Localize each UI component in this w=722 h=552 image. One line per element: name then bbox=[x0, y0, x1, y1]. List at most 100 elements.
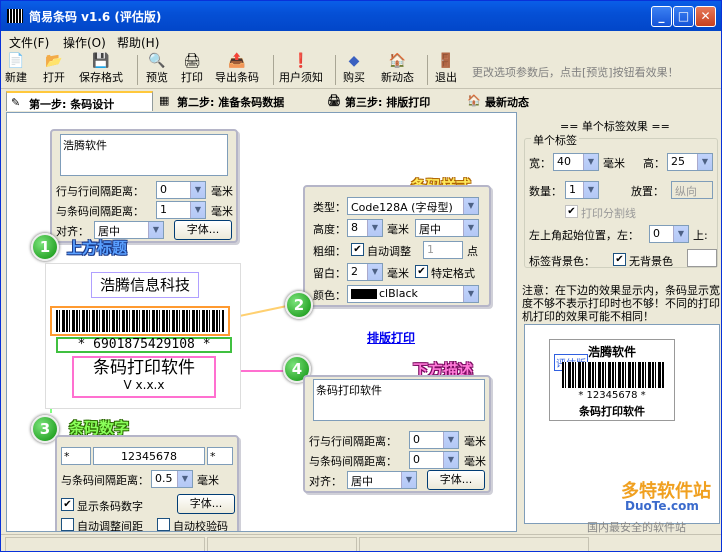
height-label: 高度： bbox=[313, 223, 346, 236]
bar-gap-select[interactable]: 1 ▼ bbox=[156, 201, 206, 219]
barcode-bars bbox=[56, 310, 224, 332]
printer-icon: 🖨 bbox=[327, 94, 341, 107]
version-text: V x.x.x bbox=[123, 378, 165, 392]
diamond-icon: ◆ bbox=[348, 53, 360, 69]
prefix-input[interactable]: * bbox=[61, 447, 91, 465]
design-canvas: 浩腾软件 行与行间隔距离： 0 ▼ 毫米 与条码间隔距离： 1 ▼ 毫米 对齐： 居… bbox=[6, 112, 517, 532]
digits-font-button[interactable]: 字体... bbox=[177, 494, 235, 514]
menu-operate[interactable]: 操作(O) bbox=[63, 34, 106, 51]
line-gap-select[interactable]: 0 ▼ bbox=[156, 181, 206, 199]
barcode-frame bbox=[50, 306, 230, 336]
margin-select[interactable]: 2 ▼ bbox=[347, 263, 383, 281]
barcode-align-select[interactable]: 居中 ▼ bbox=[415, 219, 479, 237]
maximize-button[interactable]: □ bbox=[673, 6, 694, 27]
thickness-label: 粗细： bbox=[313, 245, 346, 258]
barcode-type-select[interactable]: Code128A (字母型) ▼ bbox=[347, 197, 479, 215]
exit-button[interactable]: 🚪 退出 bbox=[435, 53, 457, 85]
printer-icon: 🖨 bbox=[183, 53, 201, 69]
bar-gap-select[interactable]: 0 ▼ bbox=[409, 451, 459, 469]
top-title-panel: 浩腾软件 行与行间隔距离： 0 ▼ 毫米 与条码间隔距离： 1 ▼ 毫米 对齐： 居… bbox=[50, 129, 238, 243]
menu-help[interactable]: 帮助(H) bbox=[117, 34, 159, 51]
toolbar-separator bbox=[335, 55, 336, 85]
auto-adjust-label: 自动调整 bbox=[367, 245, 411, 258]
preview-button[interactable]: 🔍 预览 bbox=[146, 53, 168, 85]
status-cell bbox=[207, 537, 357, 551]
width-select[interactable]: 40 ▼ bbox=[553, 153, 599, 171]
print-button[interactable]: 🖨 打印 bbox=[181, 53, 203, 85]
margin-unit-label: 毫米 bbox=[387, 267, 409, 280]
top-title-textarea[interactable]: 浩腾软件 bbox=[60, 134, 228, 176]
close-button[interactable]: ✕ bbox=[695, 6, 716, 27]
position-left-select[interactable]: 0 ▼ bbox=[649, 225, 689, 243]
barcode-value-input[interactable]: 12345678 bbox=[93, 447, 205, 465]
tab-news[interactable]: 🏠 最新动态 bbox=[463, 91, 553, 111]
unit-label: 毫米 bbox=[211, 205, 233, 218]
chevron-down-icon: ▼ bbox=[177, 471, 192, 487]
bottom-desc-panel: 条码打印软件 行与行间隔距离： 0 ▼ 毫米 与条码间隔距离： 0 ▼ 毫米 对齐：… bbox=[303, 375, 491, 493]
chevron-down-icon: ▼ bbox=[401, 472, 416, 488]
status-cell bbox=[359, 537, 589, 551]
font-button[interactable]: 字体... bbox=[427, 470, 485, 490]
print-layout-link[interactable]: 排版打印 bbox=[367, 329, 415, 346]
line-gap-label: 行与行间隔距离： bbox=[56, 185, 144, 198]
open-folder-icon: 📂 bbox=[45, 53, 63, 69]
suffix-input[interactable]: * bbox=[207, 447, 233, 465]
toolbar-separator bbox=[427, 55, 428, 85]
news-button[interactable]: 🏠 新动态 bbox=[381, 53, 414, 85]
auto-adjust-checkbox[interactable]: ✔ bbox=[351, 243, 364, 256]
thickness-spinner: 1 bbox=[423, 241, 463, 259]
no-bg-label: 无背景色 bbox=[629, 255, 673, 268]
chevron-down-icon: ▼ bbox=[190, 202, 205, 218]
color-swatch bbox=[351, 289, 377, 299]
position-top-label: 上: bbox=[693, 229, 708, 242]
bg-color-picker[interactable] bbox=[687, 249, 717, 267]
align-label: 对齐： bbox=[309, 475, 342, 488]
height-unit-label: 毫米 bbox=[387, 223, 409, 236]
toolbar-separator bbox=[137, 55, 138, 85]
user-notice-button[interactable]: ❗ 用户须知 bbox=[279, 53, 323, 85]
height-select[interactable]: 25 ▼ bbox=[667, 153, 713, 171]
open-button[interactable]: 📂 打开 bbox=[43, 53, 65, 85]
tab-design[interactable]: ✎ 第一步: 条码设计 bbox=[6, 91, 153, 111]
chevron-down-icon: ▼ bbox=[443, 452, 458, 468]
show-digits-label: 显示条码数字 bbox=[77, 500, 143, 513]
minimize-button[interactable]: _ bbox=[651, 6, 672, 27]
menu-file[interactable]: 文件(F) bbox=[9, 34, 49, 51]
count-spinner[interactable]: 1 ▼ bbox=[565, 181, 599, 199]
barcode-height-select[interactable]: 8 ▼ bbox=[347, 219, 383, 237]
barcode-style-panel: 类型： Code128A (字母型) ▼ 高度： 8 ▼ 毫米 居中 ▼ 粗细： ✔ … bbox=[303, 185, 491, 307]
auto-check-checkbox[interactable] bbox=[157, 518, 170, 531]
bottom-desc-textarea[interactable]: 条码打印软件 bbox=[313, 379, 485, 421]
align-select[interactable]: 居中 ▼ bbox=[347, 471, 417, 489]
tab-print-layout[interactable]: 🖨 第三步: 排版打印 bbox=[323, 91, 463, 111]
special-format-checkbox[interactable]: ✔ bbox=[415, 265, 428, 278]
chevron-down-icon: ▼ bbox=[463, 286, 478, 302]
new-button[interactable]: 📄 新建 bbox=[5, 53, 27, 85]
save-format-button[interactable]: 💾 保存格式 bbox=[79, 53, 123, 85]
label-preview: 浩腾信息科技 * 6901875429108 * 条码打印软件 V x.x.x bbox=[45, 263, 241, 409]
color-select[interactable]: clBlack ▼ bbox=[347, 285, 479, 303]
title-bar[interactable]: 简易条码 v1.6 (评估版) _ □ ✕ bbox=[1, 1, 721, 31]
preview-digits: * 12345678 * bbox=[578, 390, 646, 401]
window-title: 简易条码 v1.6 (评估版) bbox=[29, 10, 162, 24]
export-barcode-button[interactable]: 📤 导出条码 bbox=[215, 53, 259, 85]
line-gap-select[interactable]: 0 ▼ bbox=[409, 431, 459, 449]
alert-icon: ❗ bbox=[292, 53, 310, 69]
chevron-down-icon: ▼ bbox=[583, 154, 598, 170]
buy-button[interactable]: ◆ 购买 bbox=[343, 53, 365, 85]
tab-bar: ✎ 第一步: 条码设计 ▦ 第二步: 准备条码数据 🖨 第三步: 排版打印 🏠 最新动态 bbox=[1, 89, 721, 111]
pencil-icon: ✎ bbox=[11, 96, 21, 109]
bg-color-label: 标签背景色： bbox=[529, 255, 595, 268]
show-digits-checkbox[interactable]: ✔ bbox=[61, 498, 74, 511]
position-label: 左上角起始位置，左： bbox=[529, 229, 639, 242]
auto-gap-checkbox[interactable] bbox=[61, 518, 74, 531]
no-bg-checkbox[interactable]: ✔ bbox=[613, 253, 626, 266]
chevron-down-icon: ▼ bbox=[190, 182, 205, 198]
tab-data[interactable]: ▦ 第二步: 准备条码数据 bbox=[155, 91, 323, 111]
font-button[interactable]: 字体... bbox=[174, 220, 232, 240]
save-icon: 💾 bbox=[92, 53, 110, 69]
home-icon: 🏠 bbox=[388, 53, 407, 69]
digit-gap-select[interactable]: 0.5 ▼ bbox=[151, 470, 193, 488]
bar-gap-label: 与条码间隔距离： bbox=[309, 455, 397, 468]
type-label: 类型： bbox=[313, 201, 346, 214]
